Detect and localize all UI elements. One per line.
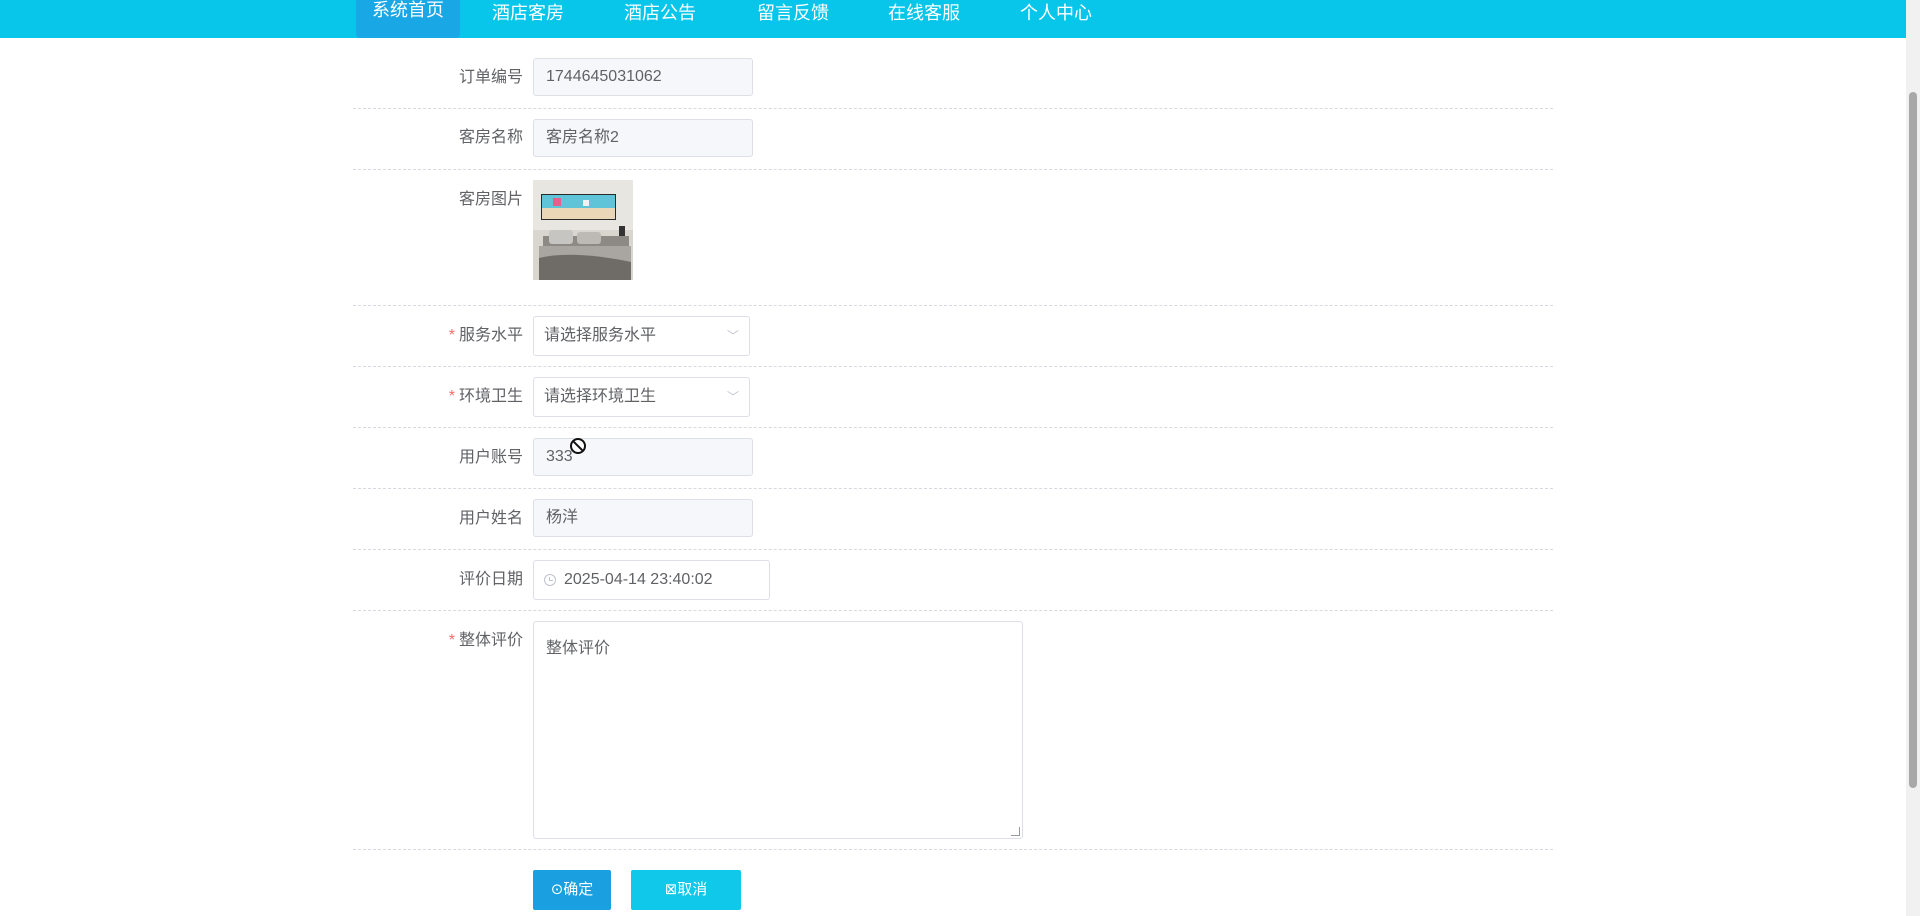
room-image-label: 客房图片 <box>458 191 523 208</box>
room-image[interactable] <box>533 180 633 280</box>
vertical-scrollbar[interactable] <box>1906 0 1920 916</box>
review-date-value: 2025-04-14 23:40:02 <box>564 571 713 588</box>
user-account-input[interactable]: 333 <box>533 438 753 476</box>
nav-item-notices[interactable]: 酒店公告 <box>624 0 696 38</box>
overall-review-placeholder: 整体评价 <box>546 640 611 657</box>
form-row-user-name: 用户姓名 杨洋 <box>353 489 1553 550</box>
room-name-label: 客房名称 <box>458 129 523 146</box>
clock-icon <box>544 574 556 586</box>
review-date-picker[interactable]: 2025-04-14 23:40:02 <box>533 560 770 600</box>
required-mark: * <box>448 327 455 344</box>
hygiene-label: * 环境卫生 <box>448 388 523 405</box>
nav-item-personal-center[interactable]: 个人中心 <box>1020 0 1092 38</box>
service-level-label: * 服务水平 <box>448 327 523 344</box>
resize-handle-icon[interactable] <box>1011 827 1020 836</box>
service-level-select[interactable]: 请选择服务水平 ﹀ <box>533 316 750 356</box>
hygiene-select[interactable]: 请选择环境卫生 ﹀ <box>533 377 750 417</box>
required-mark: * <box>448 632 455 649</box>
form-row-user-account: 用户账号 333 <box>353 428 1553 489</box>
review-date-label: 评价日期 <box>458 571 523 588</box>
not-allowed-cursor-icon <box>570 438 586 454</box>
cancel-button[interactable]: ⊠取消 <box>631 870 741 910</box>
chevron-down-icon: ﹀ <box>726 390 739 404</box>
top-nav: 系统首页 酒店客房 酒店公告 留言反馈 在线客服 个人中心 <box>0 0 1906 38</box>
order-no-label: 订单编号 <box>458 69 523 86</box>
nav-item-home[interactable]: 系统首页 <box>356 0 460 38</box>
overall-review-textarea[interactable]: 整体评价 <box>533 621 1023 839</box>
form-row-room-name: 客房名称 客房名称2 <box>353 109 1553 170</box>
form-row-review-date: 评价日期 2025-04-14 23:40:02 <box>353 550 1553 611</box>
chevron-down-icon: ﹀ <box>726 329 739 343</box>
hygiene-placeholder: 请选择环境卫生 <box>544 388 657 405</box>
user-name-input[interactable]: 杨洋 <box>533 499 753 537</box>
service-level-placeholder: 请选择服务水平 <box>544 327 657 344</box>
room-name-input[interactable]: 客房名称2 <box>533 119 753 157</box>
form-row-overall-review: * 整体评价 整体评价 <box>353 611 1553 850</box>
nav-item-feedback[interactable]: 留言反馈 <box>757 0 829 38</box>
form-row-service-level: * 服务水平 请选择服务水平 ﹀ <box>353 306 1553 367</box>
user-account-label: 用户账号 <box>458 449 523 466</box>
scrollbar-thumb[interactable] <box>1909 92 1917 788</box>
form-row-hygiene: * 环境卫生 请选择环境卫生 ﹀ <box>353 367 1553 428</box>
nav-item-online-service[interactable]: 在线客服 <box>888 0 960 38</box>
user-name-label: 用户姓名 <box>458 510 523 527</box>
nav-item-rooms[interactable]: 酒店客房 <box>492 0 564 38</box>
form-row-order-no: 订单编号 1744645031062 <box>353 50 1553 109</box>
room-photo <box>533 180 633 280</box>
order-no-input[interactable]: 1744645031062 <box>533 58 753 96</box>
confirm-button[interactable]: ⊙确定 <box>533 870 611 910</box>
form-row-room-image: 客房图片 <box>353 170 1553 306</box>
overall-review-label: * 整体评价 <box>448 632 523 649</box>
required-mark: * <box>448 388 455 405</box>
